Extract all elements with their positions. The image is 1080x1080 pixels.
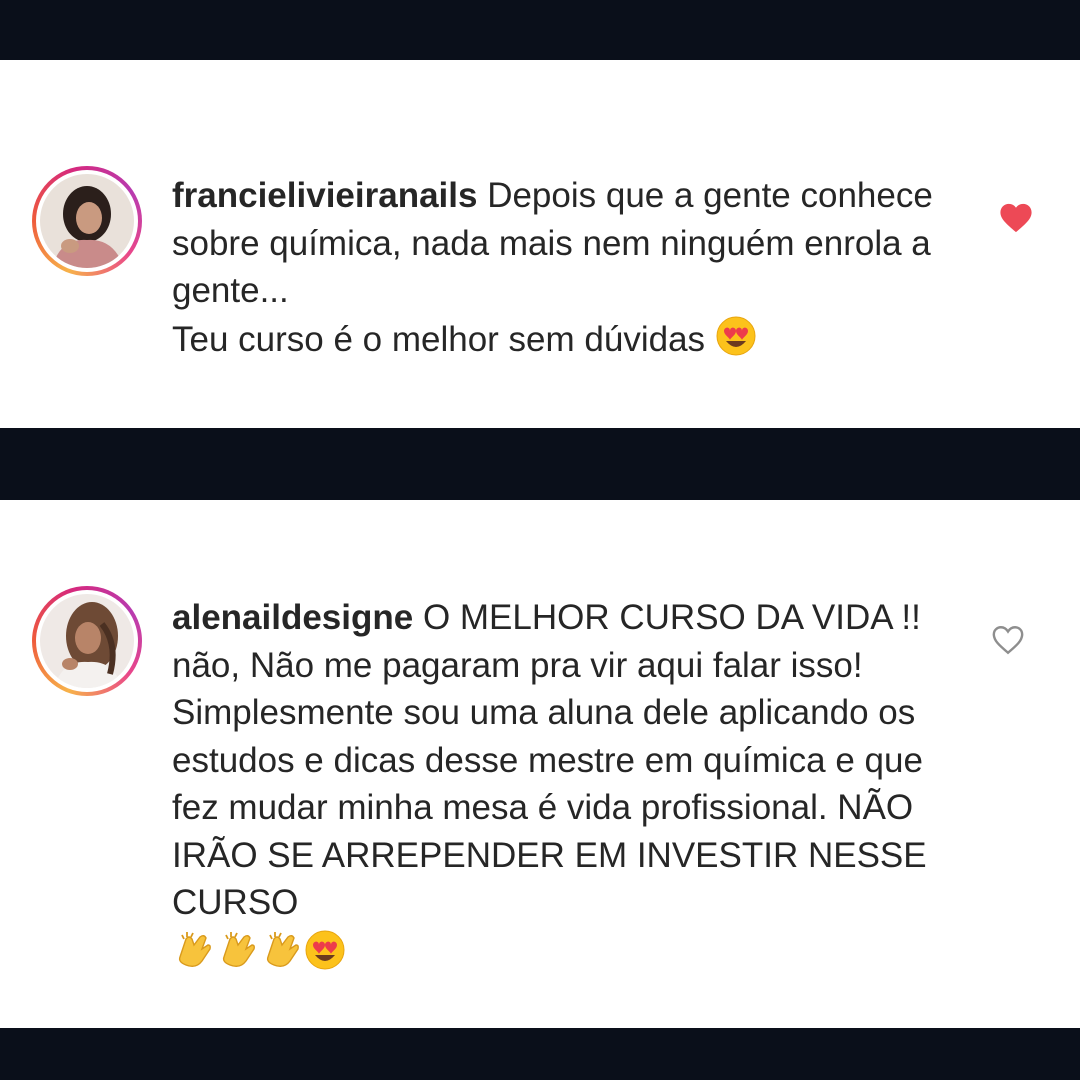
clapping-hands-emoji-icon (260, 927, 304, 984)
heart-eyes-emoji-icon (715, 315, 757, 370)
comment-card: alenaildesigne O MELHOR CURSO DA VIDA !!… (0, 500, 1080, 1028)
avatar-photo (40, 594, 134, 688)
avatar[interactable] (32, 166, 142, 276)
clapping-hands-emoji-icon (216, 927, 260, 984)
heart-outline-icon[interactable] (991, 624, 1025, 656)
bottom-band (0, 1028, 1080, 1080)
comment-text: francielivieiranails Depois que a gente … (172, 172, 962, 369)
comment-body: O MELHOR CURSO DA VIDA !! não, Não me pa… (172, 598, 937, 922)
clapping-hands-emoji-icon (172, 927, 216, 984)
comment-username[interactable]: francielivieiranails (172, 176, 477, 215)
avatar[interactable] (32, 586, 142, 696)
heart-filled-icon[interactable] (999, 202, 1033, 234)
middle-band (0, 428, 1080, 500)
comment-card: francielivieiranails Depois que a gente … (0, 60, 1080, 428)
top-band (0, 0, 1080, 60)
heart-eyes-emoji-icon (304, 929, 346, 984)
comment-text: alenaildesigne O MELHOR CURSO DA VIDA !!… (172, 594, 962, 983)
comment-username[interactable]: alenaildesigne (172, 598, 413, 637)
avatar-photo (40, 174, 134, 268)
